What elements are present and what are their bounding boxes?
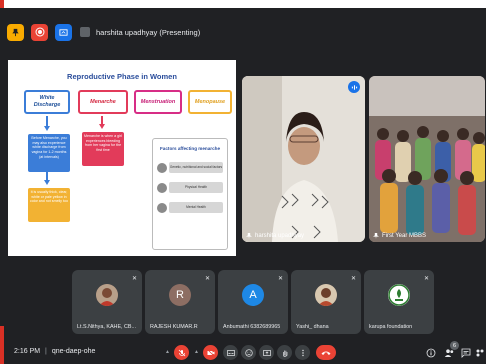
- top-bar: harshita upadhyay (Presenting): [0, 18, 486, 46]
- mic-off-icon: ✕: [277, 276, 283, 282]
- mic-off-icon: ✕: [204, 276, 210, 282]
- meeting-info: 2:16 PM | qne-daep-ohe: [14, 348, 95, 355]
- chevron-up-icon[interactable]: ▲: [194, 349, 199, 355]
- brain-icon: [157, 202, 167, 213]
- note-menarche-definition: Menarche is when a girl experiences blee…: [82, 132, 124, 166]
- camera-off-icon: [206, 348, 215, 357]
- chevron-up-icon[interactable]: ▲: [165, 349, 170, 355]
- separator: |: [45, 348, 47, 355]
- pin-icon[interactable]: [7, 23, 24, 41]
- pin-icon[interactable]: [373, 233, 379, 239]
- clock-time: 2:16 PM: [14, 348, 41, 355]
- phase-white-discharge: White Discharge: [24, 90, 70, 114]
- captions-icon: [226, 349, 235, 356]
- bottom-bar: 2:16 PM | qne-daep-ohe ▲ ▲ 6: [0, 340, 486, 364]
- captions-button[interactable]: [223, 345, 238, 360]
- participant-name: Lt.S.Nithya, KAHE, CB...: [77, 324, 137, 330]
- room-caption: First Year MBBS: [373, 233, 426, 239]
- factor-row: Physical Health: [157, 181, 223, 194]
- factor-label: Genetic, nutritional and social factors: [169, 162, 223, 173]
- arrow-down-icon: [44, 172, 50, 185]
- screen-share-icon[interactable]: [55, 23, 72, 41]
- record-icon[interactable]: [31, 23, 48, 41]
- present-button[interactable]: [259, 345, 274, 360]
- emoji-icon: [244, 348, 253, 357]
- participant-tile[interactable]: ✕ karupa foundation: [364, 270, 434, 334]
- participant-tile[interactable]: ✕ Lt.S.Nithya, KAHE, CB...: [72, 270, 142, 334]
- presenting-indicator: harshita upadhyay (Presenting): [80, 27, 200, 37]
- factor-label: Mental Health: [169, 202, 223, 213]
- slide-title: Reproductive Phase in Women: [67, 72, 177, 81]
- participant-tile[interactable]: ✕ A Anbumathi 6382689965: [218, 270, 288, 334]
- arrow-down-icon: [99, 116, 105, 129]
- participant-count-badge: 6: [450, 341, 459, 350]
- audio-level-icon: [348, 81, 360, 93]
- activities-icon[interactable]: [476, 348, 484, 360]
- participant-tile[interactable]: ✕ Yashi_ dhana: [291, 270, 361, 334]
- phase-label: White Discharge: [33, 95, 61, 108]
- call-end-icon: [321, 351, 331, 355]
- phase-label: Menarche: [90, 98, 116, 105]
- participant-name: Anbumathi 6382689965: [223, 324, 281, 330]
- avatar: R: [169, 284, 191, 306]
- mic-off-icon: [178, 349, 185, 356]
- left-edge-marker: [0, 326, 4, 364]
- avatar: [388, 284, 410, 306]
- phase-menopause: Menopause: [188, 90, 232, 114]
- avatar: [315, 284, 337, 306]
- pin-icon[interactable]: [246, 233, 252, 239]
- emoji-button[interactable]: [241, 345, 256, 360]
- people-icon[interactable]: 6: [444, 341, 459, 360]
- participant-name: karupa foundation: [369, 324, 413, 330]
- meet-window: harshita upadhyay (Presenting) Reproduct…: [0, 8, 486, 364]
- avatar: [96, 284, 118, 306]
- participant-name: Yashi_ dhana: [296, 324, 329, 330]
- heart-icon: [157, 182, 167, 193]
- presenter-avatar-icon: [80, 27, 90, 37]
- mic-off-icon: ✕: [423, 276, 429, 282]
- participant-name: RAJESH KUMAR.R: [150, 324, 198, 330]
- presenting-status: harshita upadhyay (Presenting): [96, 27, 201, 37]
- room-name: First Year MBBS: [382, 233, 427, 239]
- factors-panel: Factors affecting menarche Genetic, nutr…: [152, 138, 228, 250]
- meeting-code: qne-daep-ohe: [51, 348, 96, 355]
- more-options-button[interactable]: [295, 345, 310, 360]
- speaker-name: harshita upadhyay: [255, 233, 305, 239]
- present-screen-icon: [262, 349, 271, 356]
- speaker-video: [242, 76, 365, 242]
- speaker-tile[interactable]: harshita upadhyay: [242, 76, 365, 242]
- presentation-slide[interactable]: Reproductive Phase in Women White Discha…: [8, 60, 236, 256]
- phase-menstruation: Menstruation: [134, 90, 182, 114]
- dna-icon: [157, 162, 167, 173]
- phase-label: Menstruation: [140, 98, 176, 105]
- arrow-down-icon: [44, 116, 50, 131]
- note-discharge-description: It is usually thick, clear, white or pal…: [28, 188, 70, 222]
- phase-menarche: Menarche: [78, 90, 128, 114]
- note-before-menarche: Before Menarche, you may also experience…: [28, 134, 70, 172]
- factor-label: Physical Health: [169, 182, 223, 193]
- participant-tile[interactable]: ✕ R RAJESH KUMAR.R: [145, 270, 215, 334]
- organization-logo-icon: [388, 284, 410, 306]
- phase-label: Menopause: [194, 98, 226, 105]
- hand-icon: [282, 350, 287, 357]
- mic-off-icon: ✕: [131, 276, 137, 282]
- more-vert-icon: [301, 349, 304, 356]
- avatar-letter: R: [176, 289, 184, 301]
- room-video: [369, 76, 485, 242]
- avatar: A: [242, 284, 264, 306]
- camera-off-button[interactable]: [203, 345, 218, 360]
- leave-call-button[interactable]: [316, 345, 336, 360]
- info-icon[interactable]: [426, 348, 436, 360]
- mic-off-button[interactable]: [174, 345, 189, 360]
- mic-off-icon: ✕: [350, 276, 356, 282]
- factor-row: Mental Health: [157, 201, 223, 214]
- chat-icon[interactable]: [461, 348, 471, 360]
- factors-title: Factors affecting menarche: [160, 146, 220, 151]
- speaker-caption: harshita upadhyay: [246, 233, 304, 239]
- avatar-letter: A: [249, 289, 257, 301]
- factor-row: Genetic, nutritional and social factors: [157, 161, 223, 174]
- raise-hand-button[interactable]: [277, 345, 292, 360]
- room-tile[interactable]: First Year MBBS: [369, 76, 485, 242]
